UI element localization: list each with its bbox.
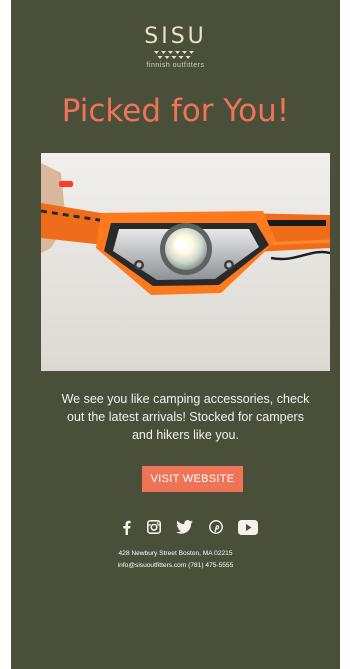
brand-tagline: finnish outfitters [146,62,205,69]
footer-address: 428 Newbury Street Boston, MA 02215 [118,550,233,557]
footer-contact: 428 Newbury Street Boston, MA 02215 info… [11,548,340,572]
footer-email-phone[interactable]: info@sisuoutfitters.com (781) 475-5555 [11,560,340,572]
email-container: SISU finnish outfitters Picked for You! [11,0,340,669]
logo-trim-icon [153,51,194,59]
social-links [123,516,258,538]
headline: Picked for You! [61,93,290,129]
visit-website-button[interactable]: VISIT WEBSITE [142,466,243,492]
pinterest-icon[interactable] [208,517,223,537]
youtube-icon[interactable] [238,517,258,537]
headlamp-photo [41,153,330,371]
brand-name: SISU [144,24,207,49]
brand-logo[interactable]: SISU finnish outfitters [11,24,340,70]
instagram-icon[interactable] [146,517,161,537]
twitter-icon[interactable] [176,517,193,537]
intro-text: We see you like camping accessories, che… [61,392,310,442]
facebook-icon[interactable] [123,517,131,537]
